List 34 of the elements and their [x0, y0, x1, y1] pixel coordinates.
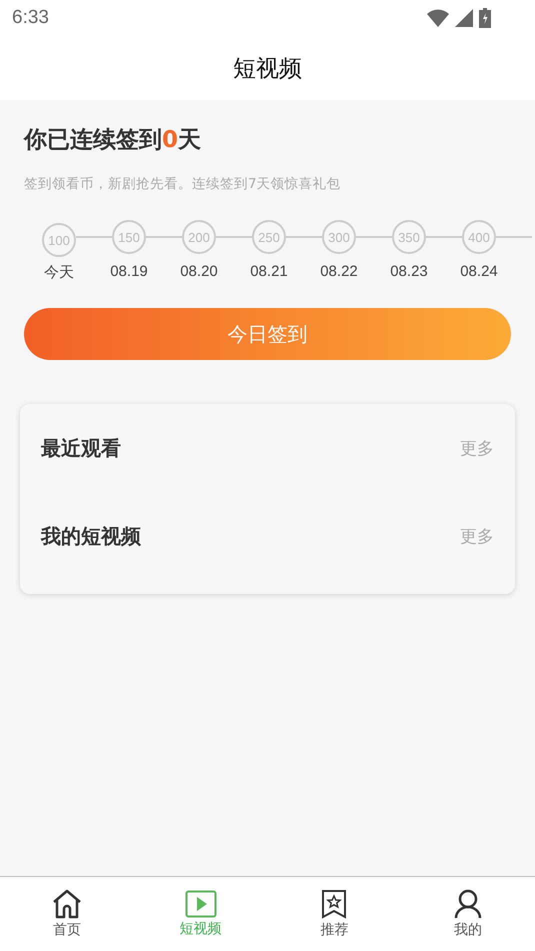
more-link[interactable]: 更多 [460, 436, 494, 460]
play-icon [184, 890, 217, 918]
checkin-subtitle: 签到领看币，新剧抢先看。连续签到7天领惊喜礼包 [24, 175, 342, 193]
checkin-button[interactable]: 今日签到 [24, 308, 511, 360]
reward-circle: 100 [42, 223, 76, 257]
reward-circle: 150 [112, 220, 146, 254]
day-label: 08.24 [460, 263, 498, 280]
checkin-heading: 你已连续签到0天 [24, 126, 202, 155]
more-link[interactable]: 更多 [460, 524, 494, 548]
signal-icon [455, 9, 473, 27]
user-icon [453, 889, 484, 919]
day-label: 08.19 [110, 263, 148, 280]
reward-circle: 300 [322, 220, 356, 254]
nav-tab[interactable]: 短视频 [134, 877, 268, 951]
day-label: 08.23 [390, 263, 428, 280]
home-icon [50, 889, 83, 919]
nav-tab[interactable]: 推荐 [268, 877, 402, 951]
page-title: 短视频 [233, 54, 302, 84]
reward-circle: 400 [462, 220, 496, 254]
status-time: 6:33 [12, 7, 49, 29]
reward-circle: 200 [182, 220, 216, 254]
day-label: 08.20 [180, 263, 218, 280]
day-label: 今天 [44, 263, 74, 282]
bookmark-icon [321, 889, 348, 919]
battery-icon [479, 8, 491, 28]
reward-circle: 350 [392, 220, 426, 254]
nav-tab[interactable]: 首页 [0, 877, 134, 951]
day-label: 08.22 [320, 263, 358, 280]
wifi-icon [427, 9, 449, 27]
reward-circle: 250 [252, 220, 286, 254]
section-title: 最近观看 [41, 434, 121, 462]
section-title: 我的短视频 [41, 522, 141, 550]
day-label: 08.21 [250, 263, 288, 280]
nav-tab[interactable]: 我的 [401, 877, 535, 951]
